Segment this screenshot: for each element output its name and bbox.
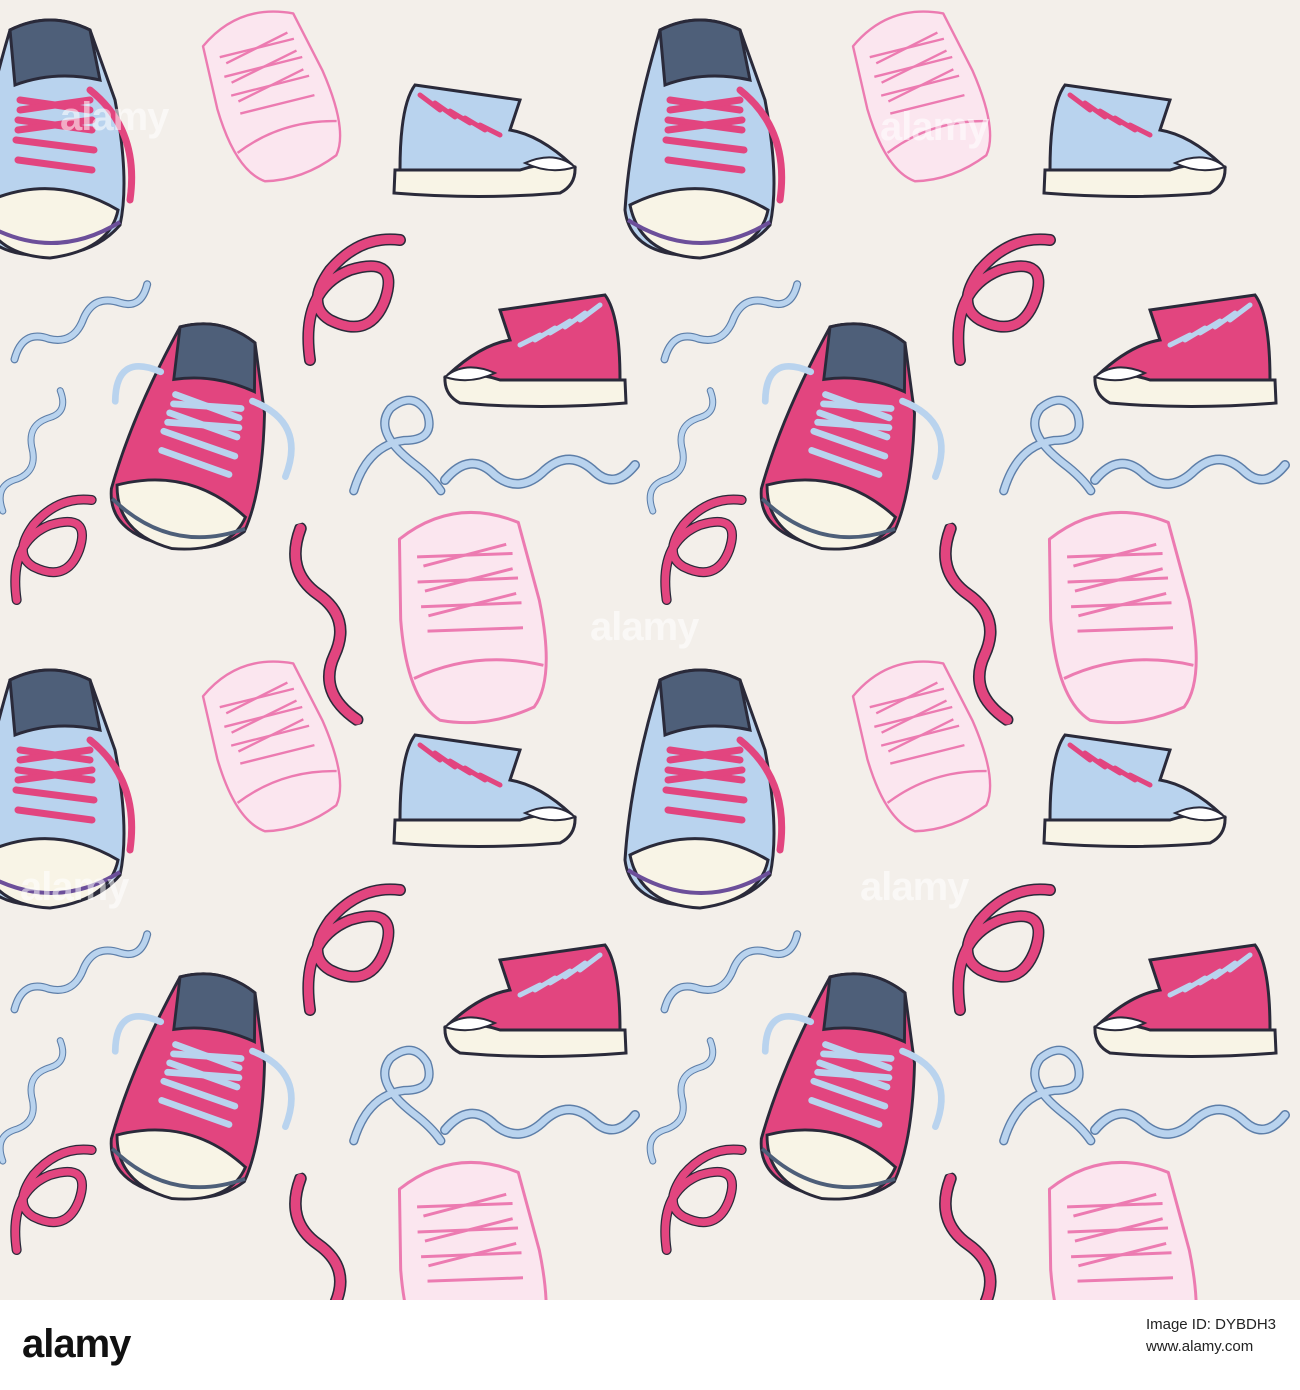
image-id-label: Image ID: DYBDH3	[1145, 1316, 1276, 1333]
image-meta: Image ID: DYBDH3 www.alamy.com	[1146, 1314, 1276, 1358]
watermark-text: alamy	[20, 865, 130, 909]
alamy-logo[interactable]: alamy	[22, 1324, 131, 1364]
watermark-text: alamy	[880, 105, 990, 149]
watermark-text: alamy	[590, 605, 700, 649]
sneaker-pattern-illustration: alamy alamy alamy alamy alamy	[0, 0, 1300, 1300]
watermark-text: alamy	[860, 865, 970, 909]
site-url[interactable]: www.alamy.com	[1146, 1336, 1276, 1358]
pattern-svg: alamy alamy alamy alamy alamy	[0, 0, 1300, 1300]
watermark-text: alamy	[60, 95, 170, 139]
stock-footer-bar: alamy Image ID: DYBDH3 www.alamy.com	[0, 1300, 1300, 1390]
